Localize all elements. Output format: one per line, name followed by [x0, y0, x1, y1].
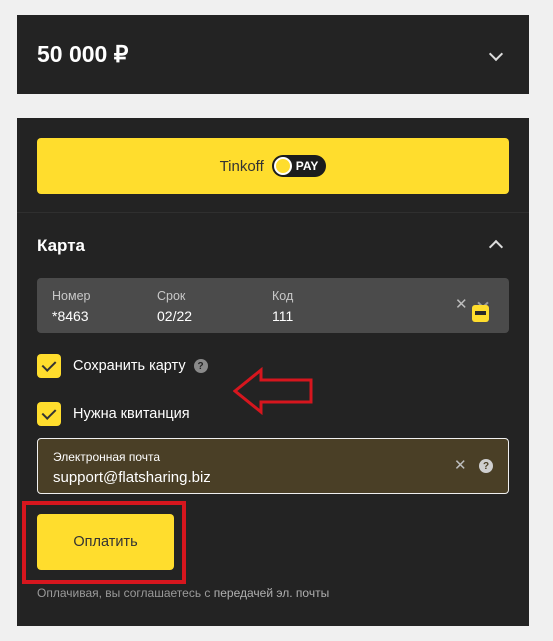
card-code-field: Код 111: [272, 289, 293, 324]
divider: [17, 212, 529, 213]
save-card-label: Сохранить карту: [73, 358, 186, 374]
help-icon[interactable]: ?: [193, 359, 208, 373]
tinkoff-pay-badge: PAY: [271, 155, 327, 177]
chevron-up-icon[interactable]: [488, 239, 504, 255]
card-expiry-value: 02/22: [157, 308, 193, 324]
amount-panel[interactable]: 50 000 ₽: [17, 15, 529, 94]
card-selector[interactable]: Номер *8463 Срок 02/22 Код 111 ✕: [37, 278, 509, 333]
consent-text: Оплачивая, вы соглашаетесь с передачей э…: [37, 586, 329, 600]
card-number-label: Номер: [52, 289, 91, 303]
save-card-option[interactable]: Сохранить карту ?: [37, 354, 208, 378]
email-field[interactable]: Электронная почта support@flatsharing.bi…: [37, 438, 509, 494]
card-code-label: Код: [272, 289, 294, 303]
help-icon[interactable]: ?: [479, 459, 493, 473]
email-value[interactable]: support@flatsharing.biz: [53, 469, 211, 486]
card-icon: [472, 305, 489, 322]
card-expiry-label: Срок: [157, 289, 186, 303]
need-receipt-checkbox[interactable]: [37, 402, 61, 426]
card-code-value[interactable]: 111: [272, 308, 293, 324]
consent-prefix: Оплачивая, вы соглашаетесь с: [37, 586, 214, 600]
card-expiry-field: Срок 02/22: [157, 289, 192, 324]
red-arrow-annotation: [233, 367, 313, 415]
tinkoff-pay-label: Tinkoff: [219, 157, 264, 175]
save-card-checkbox[interactable]: [37, 354, 61, 378]
card-section-title: Карта: [37, 236, 85, 255]
tinkoff-pay-logo-icon: [273, 157, 292, 175]
consent-link[interactable]: передачей эл. почты: [214, 586, 329, 600]
clear-icon[interactable]: ✕: [455, 295, 468, 313]
card-number-field: Номер *8463: [52, 289, 90, 324]
need-receipt-option[interactable]: Нужна квитанция: [37, 402, 190, 426]
chevron-down-icon[interactable]: [488, 46, 504, 62]
clear-icon[interactable]: ✕: [454, 456, 467, 474]
pay-badge-text: PAY: [295, 159, 319, 173]
amount-value: 50 000 ₽: [37, 41, 129, 67]
tinkoff-pay-button[interactable]: Tinkoff PAY: [37, 138, 509, 194]
need-receipt-label: Нужна квитанция: [73, 406, 190, 422]
email-label: Электронная почта: [53, 450, 161, 464]
red-highlight-frame: [22, 501, 186, 584]
card-number-value: *8463: [52, 308, 89, 324]
